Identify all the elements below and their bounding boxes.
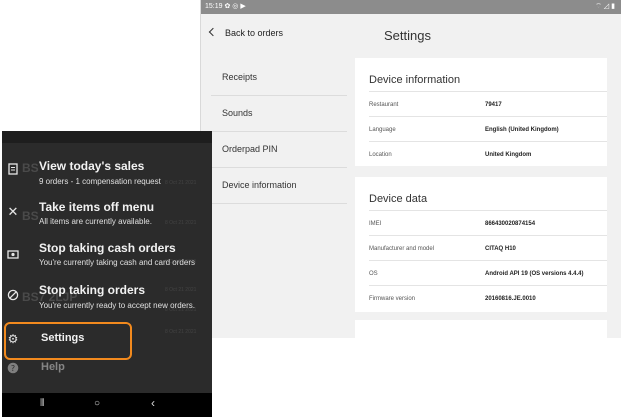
row-label: IMEI bbox=[369, 221, 382, 227]
info-row-language: Language English (United Kingdom) bbox=[369, 116, 607, 143]
block-icon bbox=[7, 289, 19, 301]
row-value: Android API 19 (OS versions 4.4.4) bbox=[485, 271, 584, 277]
svg-text:?: ? bbox=[11, 364, 15, 373]
menu-item-subtitle: You're currently ready to accept new ord… bbox=[39, 301, 195, 310]
additional-card bbox=[355, 320, 607, 338]
menu-item-title: Stop taking cash orders bbox=[39, 241, 176, 255]
row-label: Manufacturer and model bbox=[369, 246, 435, 252]
row-label: OS bbox=[369, 271, 378, 277]
back-icon[interactable]: ‹ bbox=[151, 396, 155, 410]
page-title: Settings bbox=[384, 28, 431, 43]
menu-item-subtitle: All items are currently available. bbox=[39, 217, 152, 226]
phone-screen: BS BS BS7 2LJP 8 Oct 21 2021 8 Oct 21 20… bbox=[2, 131, 212, 393]
data-row-imei: IMEI 866430020874154 bbox=[369, 210, 607, 237]
menu-item-title: Help bbox=[41, 361, 65, 373]
cross-icon: ✕ bbox=[7, 204, 19, 219]
menu-item-subtitle: You're currently taking cash and card or… bbox=[39, 258, 195, 267]
help-menu-item[interactable]: ? Help bbox=[2, 361, 212, 381]
recents-icon[interactable]: ⦀ bbox=[40, 398, 44, 409]
row-value: 79417 bbox=[485, 102, 502, 108]
row-label: Restaurant bbox=[369, 102, 399, 108]
device-information-card: Device information Restaurant 79417 Lang… bbox=[355, 58, 607, 166]
back-to-orders-button[interactable]: Back to orders bbox=[208, 27, 284, 38]
take-items-off-menu-item[interactable]: ✕ Take items off menu All items are curr… bbox=[2, 200, 212, 230]
menu-item-title: View today's sales bbox=[39, 159, 145, 173]
help-icon: ? bbox=[7, 362, 19, 374]
menu-item-subtitle: 9 orders - 1 compensation request bbox=[39, 177, 161, 186]
data-row-manufacturer: Manufacturer and model CITAQ H10 bbox=[369, 235, 607, 262]
nav-item-receipts[interactable]: Receipts bbox=[211, 60, 347, 96]
nav-item-device-information[interactable]: Device information bbox=[211, 168, 347, 204]
back-label: Back to orders bbox=[225, 28, 284, 38]
phone-device: BS BS BS7 2LJP 8 Oct 21 2021 8 Oct 21 20… bbox=[2, 131, 212, 417]
settings-nav: Receipts Sounds Orderpad PIN Device info… bbox=[211, 60, 347, 204]
card-title: Device information bbox=[369, 74, 461, 86]
status-icons: ⌔ ◿ ▮ bbox=[595, 3, 615, 10]
menu-item-title: Take items off menu bbox=[39, 200, 155, 214]
tablet-screen: 15:19 ✿ ◎ ▶ ⌔ ◿ ▮ Back to orders Setting… bbox=[200, 0, 621, 338]
settings-highlight bbox=[4, 322, 132, 360]
stop-cash-orders-menu-item[interactable]: Stop taking cash orders You're currently… bbox=[2, 241, 212, 271]
cash-icon bbox=[7, 248, 19, 260]
row-label: Location bbox=[369, 152, 392, 158]
android-nav-bar: ⦀ ○ ‹ bbox=[2, 393, 212, 417]
row-value: United Kingdom bbox=[485, 152, 532, 158]
receipt-icon bbox=[7, 163, 19, 175]
device-data-card: Device data IMEI 866430020874154 Manufac… bbox=[355, 177, 607, 312]
row-label: Firmware version bbox=[369, 296, 416, 302]
menu-item-title: Stop taking orders bbox=[39, 283, 146, 297]
row-value: 20160816.JE.0010 bbox=[485, 296, 536, 302]
data-row-os: OS Android API 19 (OS versions 4.4.4) bbox=[369, 260, 607, 287]
data-row-firmware: Firmware version 20160816.JE.0010 bbox=[369, 285, 607, 312]
stop-taking-orders-menu-item[interactable]: Stop taking orders You're currently read… bbox=[2, 283, 212, 313]
home-icon[interactable]: ○ bbox=[94, 398, 100, 409]
row-value: CITAQ H10 bbox=[485, 246, 516, 252]
status-bar: 15:19 ✿ ◎ ▶ ⌔ ◿ ▮ bbox=[201, 0, 621, 14]
info-row-restaurant: Restaurant 79417 bbox=[369, 91, 607, 118]
info-row-location: Location United Kingdom bbox=[369, 141, 607, 168]
nav-item-orderpad-pin[interactable]: Orderpad PIN bbox=[211, 132, 347, 168]
nav-item-sounds[interactable]: Sounds bbox=[211, 96, 347, 132]
chevron-left-icon bbox=[208, 27, 218, 37]
row-value: English (United Kingdom) bbox=[485, 127, 559, 133]
row-value: 866430020874154 bbox=[485, 221, 536, 227]
row-label: Language bbox=[369, 127, 396, 133]
card-title: Device data bbox=[369, 193, 428, 205]
view-sales-menu-item[interactable]: View today's sales 9 orders - 1 compensa… bbox=[2, 159, 212, 189]
status-time: 15:19 ✿ ◎ ▶ bbox=[205, 3, 246, 10]
